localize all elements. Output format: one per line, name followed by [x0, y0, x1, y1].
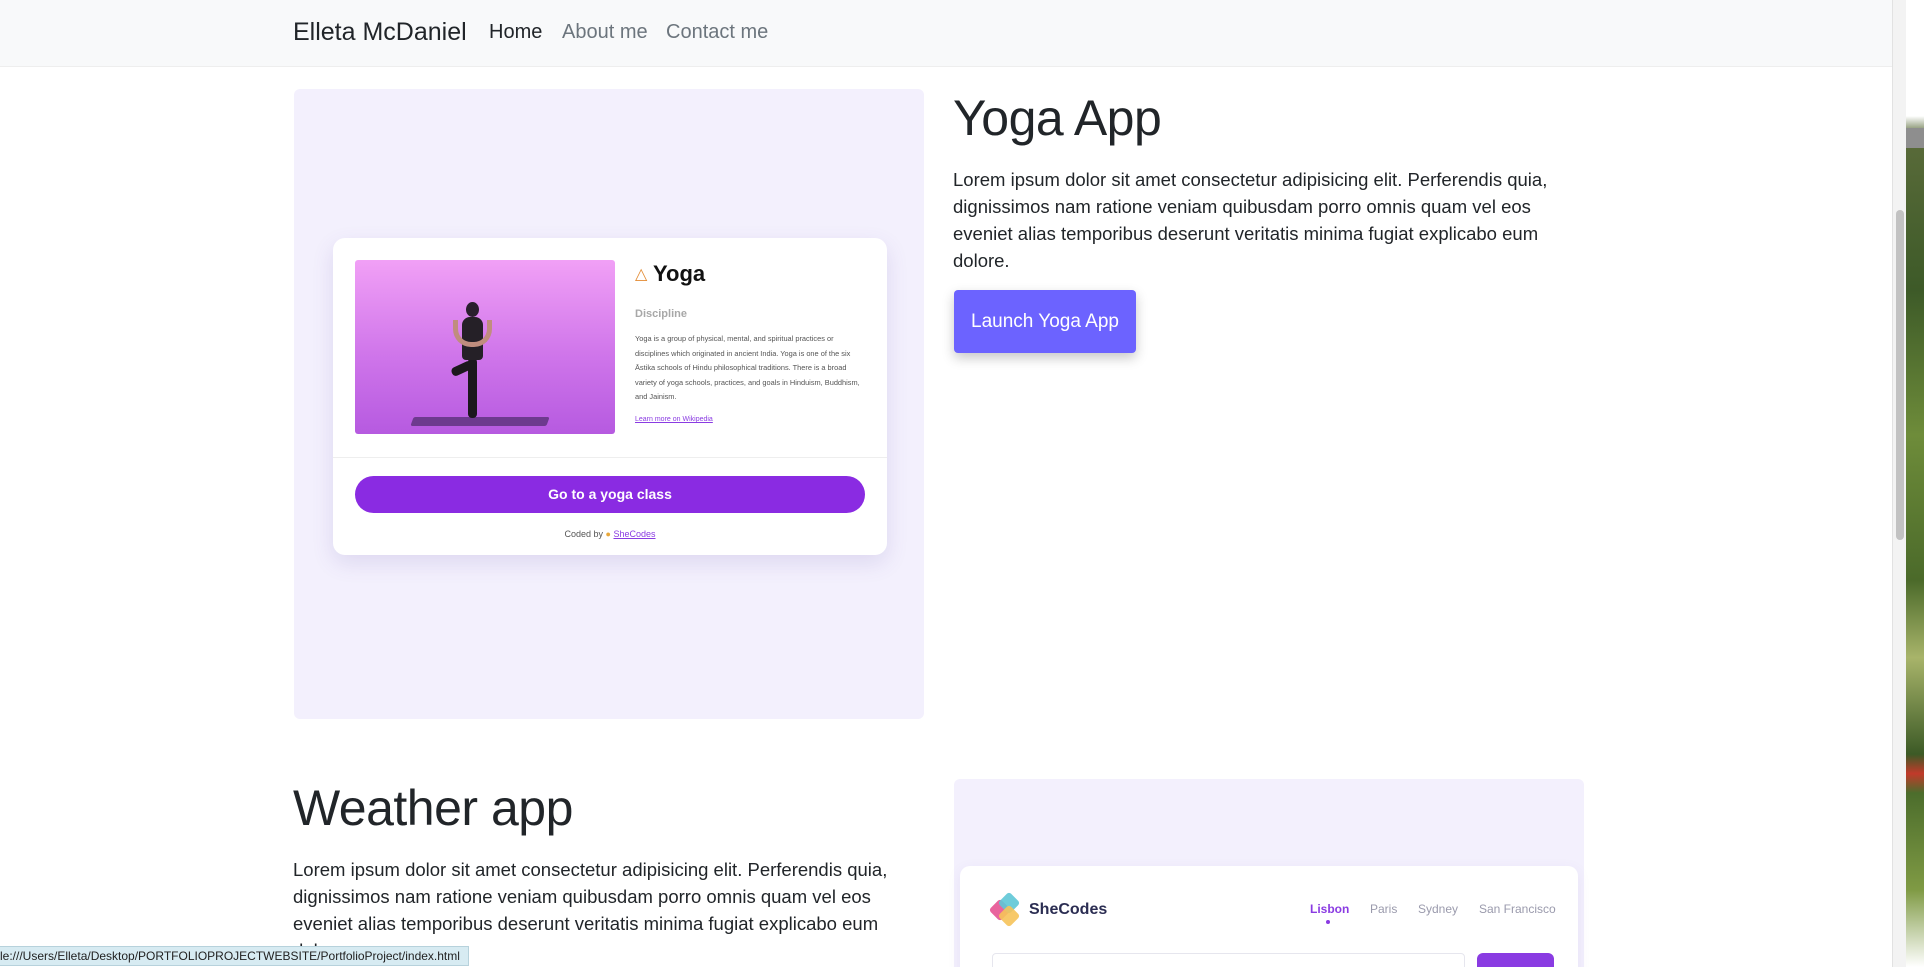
navbar: Elleta McDaniel Home About me Contact me: [0, 0, 1892, 67]
coded-by-label: Coded by: [564, 529, 604, 539]
nav-link-home[interactable]: Home: [489, 21, 542, 44]
shecodes-logo-text: SheCodes: [1029, 901, 1108, 918]
meditation-icon: △: [635, 266, 648, 283]
vertical-scrollbar[interactable]: [1892, 0, 1906, 967]
shecodes-link[interactable]: SheCodes: [613, 529, 655, 539]
city-tab-sydney[interactable]: Sydney: [1418, 902, 1458, 916]
active-city-dot: [1326, 920, 1330, 924]
city-tab-san-francisco[interactable]: San Francisco: [1479, 902, 1556, 916]
yoga-project-title: Yoga App: [953, 90, 1162, 146]
shecodes-logo-icon: [988, 891, 1024, 928]
yoga-card-text: Yoga is a group of physical, mental, and…: [635, 334, 860, 401]
wikipedia-link[interactable]: Learn more on Wikipedia: [635, 416, 713, 423]
brand-link[interactable]: Elleta McDaniel: [293, 18, 467, 47]
yoga-card-title: Yoga: [653, 261, 706, 286]
yoga-project-description: Lorem ipsum dolor sit amet consectetur a…: [953, 169, 1548, 271]
yoga-app-screenshot: △ Yoga Discipline Yoga is a group of phy…: [333, 238, 887, 555]
city-tab-paris[interactable]: Paris: [1370, 902, 1397, 916]
yoga-card-subtitle: Discipline: [635, 308, 687, 320]
weather-preview-panel: SheCodes Lisbon Paris Sydney San Francis…: [954, 779, 1584, 967]
scrollbar-thumb[interactable]: [1896, 210, 1904, 540]
weather-project-title: Weather app: [293, 780, 573, 836]
yoga-preview-panel: △ Yoga Discipline Yoga is a group of phy…: [294, 89, 924, 719]
background-window-bar: [1906, 128, 1924, 148]
yoga-mat: [410, 417, 550, 426]
divider: [333, 457, 887, 458]
figure-arms: [453, 320, 492, 347]
link-status-bar: le:///Users/Elleta/Desktop/PORTFOLIOPROJ…: [0, 946, 469, 966]
nav-link-about[interactable]: About me: [562, 21, 648, 44]
weather-app-screenshot: SheCodes Lisbon Paris Sydney San Francis…: [960, 866, 1578, 967]
city-search-input[interactable]: [992, 953, 1465, 967]
hand-icon: ●: [605, 529, 611, 539]
launch-yoga-app-button[interactable]: Launch Yoga App: [954, 290, 1136, 353]
yoga-class-button[interactable]: Go to a yoga class: [355, 476, 865, 513]
yoga-photo: [355, 260, 615, 434]
figure-head: [466, 302, 479, 317]
city-tab-lisbon[interactable]: Lisbon: [1310, 902, 1349, 916]
coded-by-line: Coded by ● SheCodes: [333, 529, 887, 539]
search-button[interactable]: [1477, 953, 1554, 967]
nav-link-contact[interactable]: Contact me: [666, 21, 768, 44]
